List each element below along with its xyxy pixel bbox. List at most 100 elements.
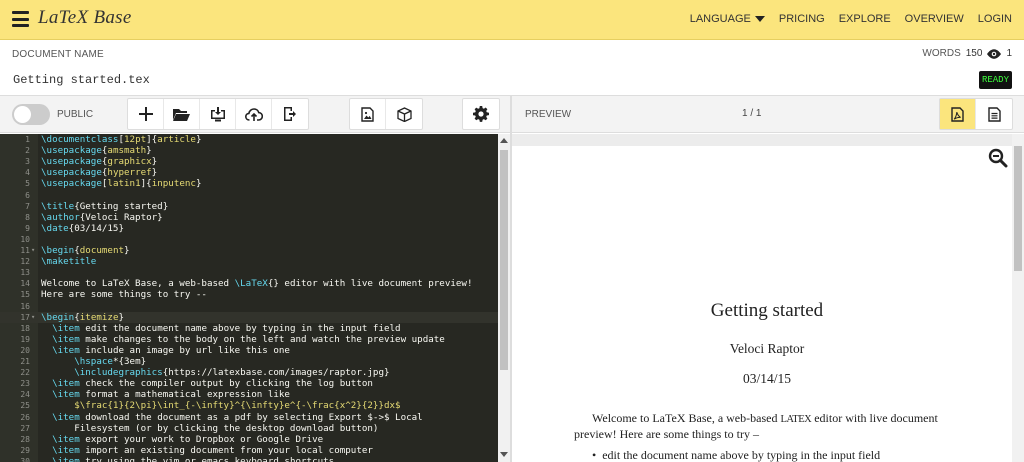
preview-scrollbar[interactable] xyxy=(1012,134,1024,462)
nav-menu: LANGUAGE PRICING EXPLORE OVERVIEW LOGIN xyxy=(690,13,1012,25)
packages-button[interactable] xyxy=(386,99,422,129)
code-token: \item xyxy=(52,444,80,456)
pdf-view-button[interactable] xyxy=(940,99,976,129)
line-number: 6 xyxy=(25,190,30,200)
code-token: import an existing document from your lo… xyxy=(79,444,373,456)
editor-line[interactable]: 3 \usepackage{graphicx} xyxy=(0,156,498,167)
scroll-down-arrow[interactable] xyxy=(500,452,508,457)
preview-pane: Getting started Veloci Raptor 03/14/15 W… xyxy=(512,134,1024,462)
editor-line[interactable]: 22 \includegraphics{https://latexbase.co… xyxy=(0,367,498,378)
line-code: \usepackage{amsmath} xyxy=(41,145,152,156)
editor-line[interactable]: 7 \title{Getting started} xyxy=(0,201,498,212)
menu-icon[interactable] xyxy=(12,11,29,27)
export-button[interactable] xyxy=(272,99,308,129)
editor-line[interactable]: 28 \item export your work to Dropbox or … xyxy=(0,434,498,445)
line-code: \hspace*{3em} xyxy=(41,356,146,367)
code-token: graphicx xyxy=(107,156,152,168)
words-label: WORDS xyxy=(922,48,961,59)
line-number: 1 xyxy=(25,135,30,144)
editor-line[interactable]: 1 \documentclass[12pt]{article} xyxy=(0,134,498,145)
document-name-input[interactable]: Getting started.tex xyxy=(13,73,150,87)
line-code: $\frac{1}{2\pi}\int_{-\infty}^{\infty}e^… xyxy=(41,400,400,411)
line-number: 3 xyxy=(25,157,30,167)
line-number: 13 xyxy=(20,268,30,278)
editor-scroll-thumb[interactable] xyxy=(500,150,508,370)
editor-line[interactable]: 29 \item import an existing document fro… xyxy=(0,445,498,456)
editor-line[interactable]: 5 \usepackage[latin1]{inputenc} xyxy=(0,178,498,189)
editor-line[interactable]: 6 xyxy=(0,190,498,201)
nav-pricing[interactable]: PRICING xyxy=(779,13,825,25)
editor-line[interactable]: 9 \date{03/14/15} xyxy=(0,223,498,234)
brand-logo[interactable]: LaTeX Base xyxy=(38,7,132,29)
language-dropdown[interactable]: LANGUAGE xyxy=(690,13,765,25)
line-number: 30 xyxy=(20,456,30,462)
nav-overview[interactable]: OVERVIEW xyxy=(905,13,964,25)
editor-line[interactable]: 19 \item make changes to the body on the… xyxy=(0,334,498,345)
line-number: 27 xyxy=(20,423,30,433)
line-number: 14 xyxy=(20,279,30,289)
line-number: 20 xyxy=(20,345,30,355)
preview-author: Veloci Raptor xyxy=(729,341,805,356)
code-token: } xyxy=(195,178,202,190)
editor-line[interactable]: 10 xyxy=(0,234,498,245)
editor-line[interactable]: 20 \item include an image by url like th… xyxy=(0,345,498,356)
code-token: {03/14/15} xyxy=(68,222,124,234)
line-code: \usepackage{hyperref} xyxy=(41,167,157,178)
preview-label: PREVIEW xyxy=(525,109,572,120)
editor-line[interactable]: 27 Filesystem (or by clicking the deskto… xyxy=(0,423,498,434)
public-toggle[interactable] xyxy=(12,104,50,125)
code-token: \usepackage xyxy=(41,167,102,179)
editor-line[interactable]: 26 \item download the document as a pdf … xyxy=(0,412,498,423)
editor-line[interactable]: 12 \maketitle xyxy=(0,256,498,267)
zoom-out-icon[interactable] xyxy=(988,148,1008,168)
editor-scrollbar[interactable] xyxy=(498,134,510,462)
code-token: include an image by url like this one xyxy=(79,344,290,356)
editor-line[interactable]: 2 \usepackage{amsmath} xyxy=(0,145,498,156)
code-token: make changes to the body on the left and… xyxy=(79,333,445,345)
editor-line[interactable]: 23 \item check the compiler output by cl… xyxy=(0,378,498,389)
line-code: \item import an existing document from y… xyxy=(41,445,373,456)
editor-line[interactable]: 30 \item try using the vim or emacs keyb… xyxy=(0,456,498,462)
fold-toggle-icon[interactable]: ▾ xyxy=(31,245,35,256)
editor-line[interactable]: 25 $\frac{1}{2\pi}\int_{-\infty}^{\infty… xyxy=(0,400,498,411)
editor-line[interactable]: 13 xyxy=(0,267,498,278)
fold-toggle-icon[interactable]: ▾ xyxy=(31,312,35,323)
line-code: \begin{itemize} xyxy=(41,312,124,323)
editor-line[interactable]: 21 \hspace*{3em} xyxy=(0,356,498,367)
preview-scroll-thumb[interactable] xyxy=(1014,146,1022,271)
cloud-upload-button[interactable] xyxy=(236,99,272,129)
editor-line[interactable]: 4 \usepackage{hyperref} xyxy=(0,167,498,178)
editor-line[interactable]: 18 \item edit the document name above by… xyxy=(0,323,498,334)
editor-line[interactable]: 16 xyxy=(0,301,498,312)
line-code: \begin{document} xyxy=(41,245,130,256)
editor-line[interactable]: 14 Welcome to LaTeX Base, a web-based \La… xyxy=(0,278,498,289)
insert-image-button[interactable] xyxy=(350,99,386,129)
code-token: } xyxy=(118,311,125,323)
language-label: LANGUAGE xyxy=(689,13,751,25)
line-code: \item edit the document name above by ty… xyxy=(41,323,401,334)
open-button[interactable] xyxy=(164,99,200,129)
nav-explore[interactable]: EXPLORE xyxy=(839,13,891,25)
code-editor[interactable]: 1 \documentclass[12pt]{article} 2 \usepacka… xyxy=(0,134,498,462)
line-number: 10 xyxy=(20,234,30,244)
line-code: \includegraphics{https://latexbase.com/i… xyxy=(41,367,389,378)
settings-button[interactable] xyxy=(463,99,499,129)
line-number: 17 xyxy=(20,312,30,322)
log-view-button[interactable] xyxy=(976,99,1012,129)
code-token: {Getting started} xyxy=(74,200,169,212)
line-code: \item make changes to the body on the le… xyxy=(41,334,445,345)
editor-line[interactable]: 24 \item format a mathematical expressio… xyxy=(0,389,498,400)
code-token: download the document as a pdf by select… xyxy=(79,411,423,423)
editor-line[interactable]: 11 ▾ \begin{document} xyxy=(0,245,498,256)
new-document-button[interactable] xyxy=(128,99,164,129)
editor-line[interactable]: 17 ▾ \begin{itemize} xyxy=(0,311,498,323)
plus-icon xyxy=(138,107,153,121)
code-token: \usepackage xyxy=(41,145,102,157)
editor-line[interactable]: 15 Here are some things to try -- xyxy=(0,289,498,300)
line-number: 2 xyxy=(25,146,30,156)
code-token: \item xyxy=(52,389,80,401)
editor-line[interactable]: 8 \author{Veloci Raptor} xyxy=(0,212,498,223)
nav-login[interactable]: LOGIN xyxy=(978,13,1012,25)
scroll-up-arrow[interactable] xyxy=(500,138,508,143)
desktop-download-button[interactable] xyxy=(200,99,236,129)
